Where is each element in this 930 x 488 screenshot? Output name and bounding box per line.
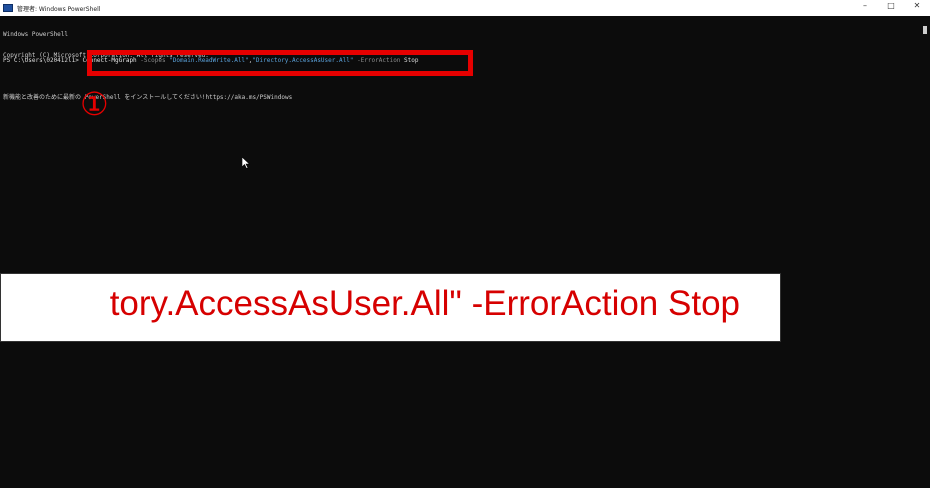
zoomed-command-text: tory.AccessAsUser.All" -ErrorAction Stop [109,284,740,323]
close-button[interactable]: ✕ [912,1,922,10]
step-number: ① [80,85,109,123]
minimize-button[interactable]: – [860,1,870,10]
prompt: PS C:\Users\020412l1> [3,57,83,64]
command-highlight-box [87,50,473,76]
scrollbar[interactable] [918,16,930,488]
window-title: 管理者: Windows PowerShell [17,5,101,13]
window-controls: – □ ✕ [860,1,922,10]
console-line: 新機能と改善のために最新の PowerShell をインストールしてください!h… [3,94,293,101]
maximize-button[interactable]: □ [886,1,896,10]
scrollbar-thumb[interactable] [923,26,927,34]
console-line: Windows PowerShell [3,31,69,38]
powershell-window: 管理者: Windows PowerShell – □ ✕ Windows Po… [0,0,930,488]
powershell-icon [3,4,13,12]
console-output[interactable]: Windows PowerShell Copyright (C) Microso… [3,17,916,488]
zoomed-command-callout: tory.AccessAsUser.All" -ErrorAction Stop [0,273,781,342]
title-bar[interactable]: 管理者: Windows PowerShell – □ ✕ [0,0,930,16]
